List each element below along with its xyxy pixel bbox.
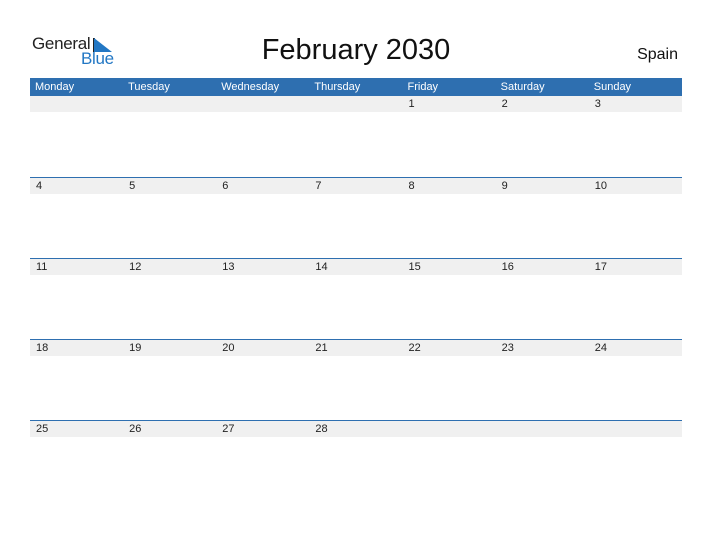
day-cell: 17	[594, 261, 607, 273]
week-row: 25 26 27 28	[30, 420, 682, 501]
day-cell: 12	[129, 261, 142, 273]
date-strip: 11 12 13 14 15 16 17	[30, 259, 682, 275]
day-cell: 28	[315, 423, 328, 435]
day-cell: 25	[36, 423, 49, 435]
weekday-sunday: Sunday	[593, 81, 632, 93]
day-cell	[496, 421, 589, 437]
day-cell: 21	[315, 342, 328, 354]
day-cell: 7	[315, 180, 322, 192]
day-cell: 26	[129, 423, 142, 435]
date-strip: 18 19 20 21 22 23 24	[30, 340, 682, 356]
day-cell	[403, 421, 496, 437]
day-cell: 2	[501, 98, 508, 110]
day-cell: 18	[36, 342, 49, 354]
day-cell	[123, 96, 216, 112]
page-title: February 2030	[261, 34, 451, 66]
week-row: 1 2 3	[30, 96, 682, 177]
week-row: 18 19 20 21 22 23 24	[30, 339, 682, 420]
day-cell: 3	[594, 98, 601, 110]
weekday-wednesday: Wednesday	[221, 81, 280, 93]
day-cell: 13	[222, 261, 235, 273]
day-cell	[30, 96, 123, 112]
weekday-thursday: Thursday	[314, 81, 361, 93]
calendar-grid: Monday Tuesday Wednesday Thursday Friday…	[30, 78, 682, 501]
weekday-saturday: Saturday	[500, 81, 545, 93]
date-strip: 1 2 3	[30, 96, 682, 112]
day-cell: 5	[129, 180, 136, 192]
weekday-tuesday: Tuesday	[128, 81, 170, 93]
week-row: 11 12 13 14 15 16 17	[30, 258, 682, 339]
weekday-header: Monday Tuesday Wednesday Thursday Friday…	[30, 78, 682, 96]
day-cell: 8	[408, 180, 415, 192]
day-cell: 11	[36, 261, 48, 273]
day-cell: 14	[315, 261, 328, 273]
weekday-monday: Monday	[35, 81, 75, 93]
day-cell: 19	[129, 342, 142, 354]
date-strip: 25 26 27 28	[30, 421, 682, 437]
day-cell	[216, 96, 309, 112]
day-cell: 23	[501, 342, 514, 354]
date-strip: 4 5 6 7 8 9 10	[30, 178, 682, 194]
day-cell	[589, 421, 682, 437]
day-cell: 10	[594, 180, 607, 192]
week-row: 4 5 6 7 8 9 10	[30, 177, 682, 258]
day-cell: 1	[408, 98, 415, 110]
day-cell: 6	[222, 180, 229, 192]
day-cell: 20	[222, 342, 235, 354]
day-cell: 27	[222, 423, 235, 435]
day-cell: 15	[408, 261, 421, 273]
day-cell: 24	[594, 342, 607, 354]
day-cell: 22	[408, 342, 421, 354]
weekday-friday: Friday	[407, 81, 439, 93]
day-cell: 9	[501, 180, 508, 192]
day-cell: 16	[501, 261, 514, 273]
day-cell: 4	[36, 180, 43, 192]
country-label: Spain	[637, 46, 678, 63]
day-cell	[309, 96, 402, 112]
